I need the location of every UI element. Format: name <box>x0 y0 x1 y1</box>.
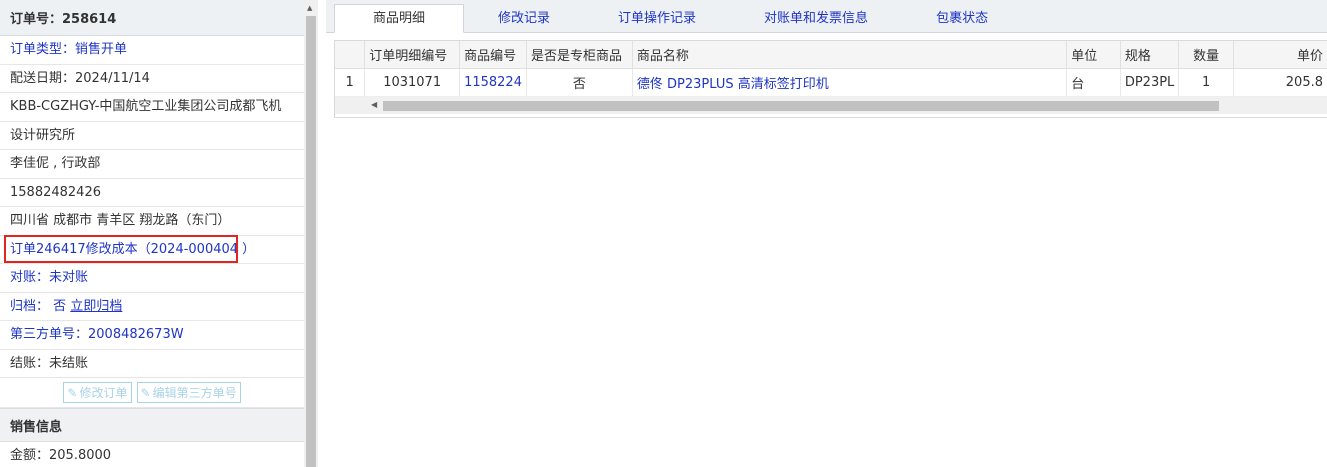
grid-horizontal-scrollbar[interactable]: ◀ <box>335 97 1327 114</box>
company-row: KBB-CGZHGY-中国航空工业集团公司成都飞机 <box>0 93 304 122</box>
phone-row: 15882482426 <box>0 179 304 207</box>
order-type-row: 订单类型：销售开单 <box>0 36 304 65</box>
cell-index: 1 <box>335 68 366 97</box>
product-table: 订单明细编号 商品编号 是否是专柜商品 商品名称 单位 规格 数量 单价 1 1… <box>335 41 1327 97</box>
hscroll-thumb[interactable] <box>383 101 1219 111</box>
sales-info-section-title: 销售信息 <box>0 408 304 442</box>
edit-order-button[interactable]: ✎ 修改订单 <box>63 382 132 403</box>
col-counter[interactable]: 是否是专柜商品 <box>526 41 633 69</box>
product-name-link[interactable]: 德佟 DP23PLUS 高清标签打印机 <box>632 68 1068 97</box>
cell-counter: 否 <box>526 68 633 97</box>
cell-qty: 1 <box>1178 68 1234 97</box>
reconcile-row: 对账：未对账 <box>0 264 304 293</box>
tab-statement-invoice[interactable]: 对账单和发票信息 <box>730 5 902 32</box>
contact-row: 李佳伲 , 行政部 <box>0 150 304 179</box>
action-buttons: ✎ 修改订单 ✎ 编辑第三方单号 <box>0 378 304 408</box>
table-header-row: 订单明细编号 商品编号 是否是专柜商品 商品名称 单位 规格 数量 单价 <box>335 41 1327 69</box>
edit-icon: ✎ <box>140 385 151 400</box>
company-row-2: 设计研究所 <box>0 122 304 150</box>
col-unit[interactable]: 单位 <box>1066 41 1121 69</box>
edit-order-label: 修改订单 <box>79 386 128 400</box>
product-no-link[interactable]: 1158224 <box>459 68 527 97</box>
edit-icon: ✎ <box>67 385 78 400</box>
scroll-left-icon[interactable]: ◀ <box>371 100 377 109</box>
tab-order-operation-log[interactable]: 订单操作记录 <box>584 5 730 32</box>
detail-panel: 商品明细 修改记录 订单操作记录 对账单和发票信息 包裹状态 订单明细编号 商品… <box>326 0 1327 467</box>
order-info-panel: 订单号：258614 订单类型：销售开单 配送日期：2024/11/14 KBB… <box>0 0 305 467</box>
amount-row: 金额：205.8000 <box>0 442 304 467</box>
cell-detail-no: 1031071 <box>364 68 461 97</box>
address-row: 四川省 成都市 青羊区 翔龙路（东门） <box>0 207 304 236</box>
archive-row: 归档： 否 立即归档 <box>0 293 304 321</box>
cell-spec: DP23PL <box>1120 68 1180 97</box>
col-spec[interactable]: 规格 <box>1120 41 1180 69</box>
scrollbar-thumb[interactable] <box>306 16 316 467</box>
detail-tabs: 商品明细 修改记录 订单操作记录 对账单和发票信息 包裹状态 <box>326 0 1327 33</box>
col-product-no[interactable]: 商品编号 <box>459 41 527 69</box>
col-price[interactable]: 单价 <box>1233 41 1327 69</box>
archive-value: 否 <box>53 298 67 314</box>
tab-package-status[interactable]: 包裹状态 <box>902 5 1022 32</box>
settlement-row: 结账：未结账 <box>0 350 304 378</box>
third-party-no-row: 第三方单号：2008482673W <box>0 321 304 350</box>
archive-now-link[interactable]: 立即归档 <box>70 299 122 314</box>
cell-unit: 台 <box>1066 68 1121 97</box>
edit-third-party-label: 编辑第三方单号 <box>152 386 237 400</box>
col-name[interactable]: 商品名称 <box>632 41 1068 69</box>
scroll-up-icon[interactable]: ▲ <box>307 4 312 12</box>
col-qty[interactable]: 数量 <box>1178 41 1234 69</box>
delivery-date-row: 配送日期：2024/11/14 <box>0 65 304 93</box>
cost-change-link[interactable]: 订单246417修改成本（2024-000404 ） <box>0 236 304 264</box>
col-detail-no[interactable]: 订单明细编号 <box>364 41 461 69</box>
col-index <box>335 41 366 69</box>
tab-product-detail[interactable]: 商品明细 <box>334 4 465 33</box>
cell-price: 205.8 <box>1233 68 1327 97</box>
product-grid: 订单明细编号 商品编号 是否是专柜商品 商品名称 单位 规格 数量 单价 1 1… <box>334 40 1327 118</box>
archive-label: 归档： <box>10 298 50 314</box>
table-row[interactable]: 1 1031071 1158224 否 德佟 DP23PLUS 高清标签打印机 … <box>335 68 1327 97</box>
tab-modify-log[interactable]: 修改记录 <box>464 5 584 32</box>
edit-third-party-button[interactable]: ✎ 编辑第三方单号 <box>136 382 241 403</box>
order-number-header: 订单号：258614 <box>0 0 304 36</box>
left-panel-scrollbar[interactable]: ▲ <box>304 0 318 467</box>
